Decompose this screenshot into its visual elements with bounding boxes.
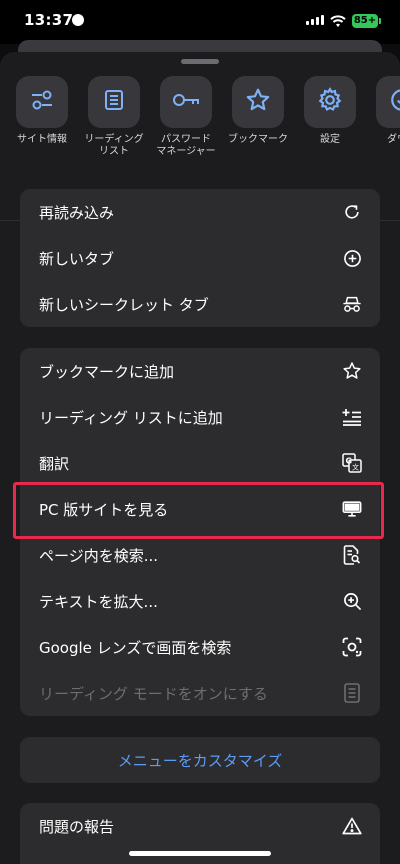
menu-item-label: Google レンズで画面を検索	[39, 638, 232, 657]
quick-action-label: リーディング リスト	[84, 134, 144, 157]
battery-tip	[379, 18, 381, 24]
reading-list-icon	[102, 88, 126, 116]
incognito-icon	[342, 294, 362, 314]
home-indicator[interactable]	[129, 851, 271, 856]
menu-item-label: 問題の報告	[39, 817, 115, 836]
reading-mode-icon	[342, 683, 362, 703]
menu-item-add-bookmark[interactable]: ブックマークに追加	[20, 348, 380, 394]
star-outline-icon	[342, 361, 362, 381]
find-in-page-icon	[342, 545, 362, 565]
menu-item-label: テキストを拡大...	[39, 592, 158, 611]
quick-action-downloads[interactable]: ダウン	[366, 76, 400, 146]
cellular-signal-icon	[306, 15, 324, 25]
menu-group-tabs: 再読み込み 新しいタブ 新しいシークレット タブ	[20, 189, 380, 327]
sheet-grabber[interactable]	[181, 59, 219, 64]
customize-menu-button[interactable]: メニューをカスタマイズ	[20, 737, 380, 783]
location-icon	[72, 14, 84, 26]
password-key-icon	[171, 90, 201, 114]
menu-item-reload[interactable]: 再読み込み	[20, 189, 380, 235]
annotation-highlight-box	[13, 482, 384, 539]
menu-item-label: リーディング モードをオンにする	[39, 684, 268, 703]
status-bar: 13:37 85+	[0, 0, 400, 44]
battery-indicator: 85+	[352, 14, 378, 28]
site-info-icon	[29, 87, 55, 117]
translate-icon: G文	[342, 453, 362, 473]
zoom-in-icon	[342, 591, 362, 611]
menu-item-reading-mode: リーディング モードをオンにする	[20, 670, 380, 716]
quick-action-site-info[interactable]: サイト情報	[6, 76, 78, 146]
menu-item-label: 新しいシークレット タブ	[39, 295, 209, 314]
quick-action-label: ブックマーク	[228, 134, 288, 145]
menu-item-label: 新しいタブ	[39, 249, 115, 268]
menu-item-add-reading-list[interactable]: リーディング リストに追加	[20, 394, 380, 440]
star-icon	[245, 87, 271, 117]
status-time: 13:37	[24, 11, 74, 29]
lens-icon	[342, 637, 362, 657]
menu-item-google-lens[interactable]: Google レンズで画面を検索	[20, 624, 380, 670]
menu-item-label: 再読み込み	[39, 203, 115, 222]
menu-item-label: 翻訳	[39, 454, 70, 473]
quick-action-reading-list[interactable]: リーディング リスト	[78, 76, 150, 158]
menu-item-label: リーディング リストに追加	[39, 408, 223, 427]
wifi-icon	[330, 13, 346, 32]
download-icon	[389, 87, 400, 117]
reload-icon	[342, 202, 362, 222]
menu-item-label: ブックマークに追加	[39, 362, 175, 381]
quick-actions-row[interactable]: サイト情報 リーディング リスト パスワード マネージャー ブックマーク 設定	[0, 76, 400, 186]
warning-icon	[342, 816, 362, 836]
quick-action-password-manager[interactable]: パスワード マネージャー	[150, 76, 222, 158]
gear-icon	[317, 87, 343, 117]
add-reading-list-icon	[342, 407, 362, 427]
plus-circle-icon	[342, 248, 362, 268]
quick-action-label: パスワード マネージャー	[156, 134, 216, 157]
menu-item-translate[interactable]: 翻訳 G文	[20, 440, 380, 486]
menu-item-label: ページ内を検索...	[39, 546, 159, 565]
menu-item-report-issue[interactable]: 問題の報告	[20, 803, 380, 849]
quick-action-bookmarks[interactable]: ブックマーク	[222, 76, 294, 146]
menu-item-new-tab[interactable]: 新しいタブ	[20, 235, 380, 281]
quick-action-label: サイト情報	[17, 134, 67, 145]
menu-item-zoom-text[interactable]: テキストを拡大...	[20, 578, 380, 624]
quick-action-label: ダウン	[387, 134, 400, 145]
quick-action-settings[interactable]: 設定	[294, 76, 366, 146]
menu-item-new-incognito-tab[interactable]: 新しいシークレット タブ	[20, 281, 380, 327]
quick-action-label: 設定	[320, 134, 340, 145]
svg-text:文: 文	[352, 463, 359, 472]
